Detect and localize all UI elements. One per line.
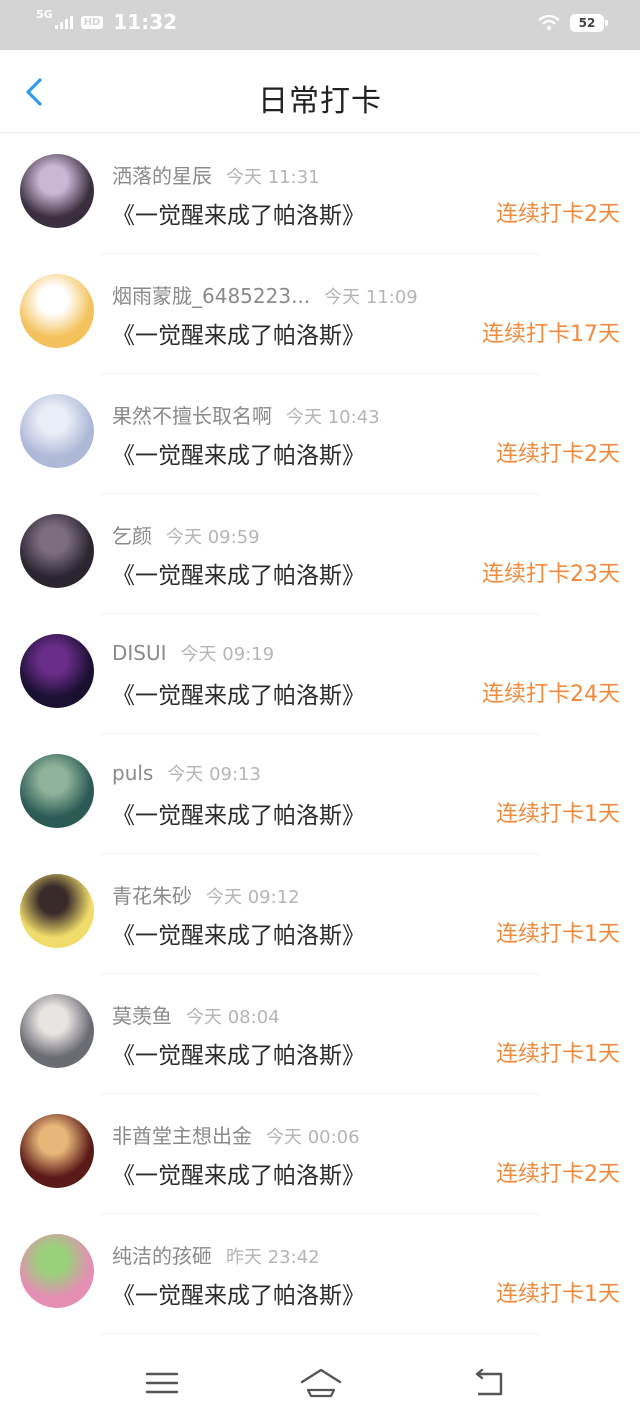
book-title[interactable]: 《一觉醒来成了帕洛斯》 bbox=[112, 436, 365, 470]
status-left: 5G HD 11:32 bbox=[36, 8, 178, 34]
streak-label: 连续打卡17天 bbox=[482, 322, 620, 347]
list-item[interactable]: 纯洁的孩砸 昨天 23:42 《一觉醒来成了帕洛斯》 连续打卡1天 bbox=[0, 1214, 640, 1334]
user-meta: 青花朱砂 今天 09:12 bbox=[112, 880, 300, 909]
user-name[interactable]: DISUI bbox=[112, 641, 167, 665]
list-item[interactable]: 莫羡鱼 今天 08:04 《一觉醒来成了帕洛斯》 连续打卡1天 bbox=[0, 974, 640, 1094]
page-title: 日常打卡 bbox=[258, 84, 382, 119]
avatar[interactable] bbox=[20, 154, 94, 228]
avatar[interactable] bbox=[20, 274, 94, 348]
user-meta: 莫羡鱼 今天 08:04 bbox=[112, 1000, 280, 1029]
back-icon[interactable] bbox=[468, 1366, 508, 1400]
user-meta: 洒落的星辰 今天 11:31 bbox=[112, 160, 320, 189]
signal-icon bbox=[54, 15, 73, 29]
user-meta: puls 今天 09:13 bbox=[112, 760, 261, 786]
avatar[interactable] bbox=[20, 394, 94, 468]
user-meta: 乞颜 今天 09:59 bbox=[112, 520, 260, 549]
list-item[interactable]: puls 今天 09:13 《一觉醒来成了帕洛斯》 连续打卡1天 bbox=[0, 734, 640, 854]
home-icon[interactable] bbox=[298, 1366, 344, 1400]
checkin-time: 今天 09:19 bbox=[180, 644, 275, 665]
checkin-time: 今天 11:31 bbox=[226, 167, 320, 188]
streak-label: 连续打卡24天 bbox=[482, 682, 620, 707]
system-nav-bar bbox=[0, 1346, 640, 1422]
user-name[interactable]: 莫羡鱼 bbox=[112, 1004, 172, 1028]
avatar[interactable] bbox=[20, 754, 94, 828]
user-meta: 果然不擅长取名啊 今天 10:43 bbox=[112, 400, 380, 429]
list-item[interactable]: 青花朱砂 今天 09:12 《一觉醒来成了帕洛斯》 连续打卡1天 bbox=[0, 854, 640, 974]
checkin-time: 今天 09:12 bbox=[206, 887, 300, 908]
battery-icon: 52 bbox=[570, 14, 608, 32]
book-title[interactable]: 《一觉醒来成了帕洛斯》 bbox=[112, 916, 365, 950]
list-item[interactable]: 洒落的星辰 今天 11:31 《一觉醒来成了帕洛斯》 连续打卡2天 bbox=[0, 134, 640, 254]
book-title[interactable]: 《一觉醒来成了帕洛斯》 bbox=[112, 796, 365, 830]
streak-label: 连续打卡2天 bbox=[496, 442, 620, 467]
checkin-list: 洒落的星辰 今天 11:31 《一觉醒来成了帕洛斯》 连续打卡2天 烟雨蒙胧_64852… bbox=[0, 134, 640, 1334]
user-name[interactable]: 青花朱砂 bbox=[112, 884, 192, 908]
streak-label: 连续打卡2天 bbox=[496, 1162, 620, 1187]
book-title[interactable]: 《一觉醒来成了帕洛斯》 bbox=[112, 1276, 365, 1310]
checkin-time: 今天 00:06 bbox=[266, 1127, 360, 1148]
user-meta: 烟雨蒙胧_6485223... 今天 11:09 bbox=[112, 280, 418, 309]
book-title[interactable]: 《一觉醒来成了帕洛斯》 bbox=[112, 316, 365, 350]
user-name[interactable]: 纯洁的孩砸 bbox=[112, 1244, 212, 1268]
list-item[interactable]: 烟雨蒙胧_6485223... 今天 11:09 《一觉醒来成了帕洛斯》 连续打卡17… bbox=[0, 254, 640, 374]
book-title[interactable]: 《一觉醒来成了帕洛斯》 bbox=[112, 196, 365, 230]
status-bar: 5G HD 11:32 52 bbox=[0, 0, 640, 50]
header: 日常打卡 bbox=[0, 50, 640, 132]
checkin-time: 今天 08:04 bbox=[186, 1007, 280, 1028]
list-item[interactable]: 非酋堂主想出金 今天 00:06 《一觉醒来成了帕洛斯》 连续打卡2天 bbox=[0, 1094, 640, 1214]
streak-label: 连续打卡1天 bbox=[496, 922, 620, 947]
book-title[interactable]: 《一觉醒来成了帕洛斯》 bbox=[112, 1156, 365, 1190]
checkin-time: 今天 09:59 bbox=[166, 527, 260, 548]
streak-label: 连续打卡1天 bbox=[496, 802, 620, 827]
streak-label: 连续打卡23天 bbox=[482, 562, 620, 587]
avatar[interactable] bbox=[20, 1234, 94, 1308]
list-item[interactable]: DISUI 今天 09:19 《一觉醒来成了帕洛斯》 连续打卡24天 bbox=[0, 614, 640, 734]
list-item[interactable]: 乞颜 今天 09:59 《一觉醒来成了帕洛斯》 连续打卡23天 bbox=[0, 494, 640, 614]
user-name[interactable]: 乞颜 bbox=[112, 524, 152, 548]
menu-icon[interactable] bbox=[142, 1366, 182, 1400]
list-item[interactable]: 果然不擅长取名啊 今天 10:43 《一觉醒来成了帕洛斯》 连续打卡2天 bbox=[0, 374, 640, 494]
user-name[interactable]: puls bbox=[112, 761, 153, 785]
avatar[interactable] bbox=[20, 514, 94, 588]
book-title[interactable]: 《一觉醒来成了帕洛斯》 bbox=[112, 556, 365, 590]
avatar[interactable] bbox=[20, 994, 94, 1068]
checkin-time: 今天 09:13 bbox=[167, 764, 261, 785]
network-type: 5G bbox=[36, 8, 53, 21]
user-name[interactable]: 洒落的星辰 bbox=[112, 164, 212, 188]
checkin-time: 今天 11:09 bbox=[324, 287, 418, 308]
streak-label: 连续打卡2天 bbox=[496, 202, 620, 227]
book-title[interactable]: 《一觉醒来成了帕洛斯》 bbox=[112, 1036, 365, 1070]
streak-label: 连续打卡1天 bbox=[496, 1042, 620, 1067]
divider bbox=[100, 1333, 540, 1334]
checkin-time: 今天 10:43 bbox=[286, 407, 380, 428]
book-title[interactable]: 《一觉醒来成了帕洛斯》 bbox=[112, 676, 365, 710]
user-meta: DISUI 今天 09:19 bbox=[112, 640, 274, 666]
status-right: 52 bbox=[538, 14, 608, 32]
streak-label: 连续打卡1天 bbox=[496, 1282, 620, 1307]
avatar[interactable] bbox=[20, 874, 94, 948]
wifi-icon bbox=[538, 15, 560, 31]
user-name[interactable]: 烟雨蒙胧_6485223... bbox=[112, 284, 310, 308]
user-meta: 纯洁的孩砸 昨天 23:42 bbox=[112, 1240, 320, 1269]
avatar[interactable] bbox=[20, 634, 94, 708]
avatar[interactable] bbox=[20, 1114, 94, 1188]
checkin-time: 昨天 23:42 bbox=[226, 1247, 320, 1268]
hd-badge: HD bbox=[80, 15, 104, 29]
user-name[interactable]: 果然不擅长取名啊 bbox=[112, 404, 272, 428]
status-time: 11:32 bbox=[113, 10, 178, 34]
user-meta: 非酋堂主想出金 今天 00:06 bbox=[112, 1120, 360, 1149]
user-name[interactable]: 非酋堂主想出金 bbox=[112, 1124, 252, 1148]
